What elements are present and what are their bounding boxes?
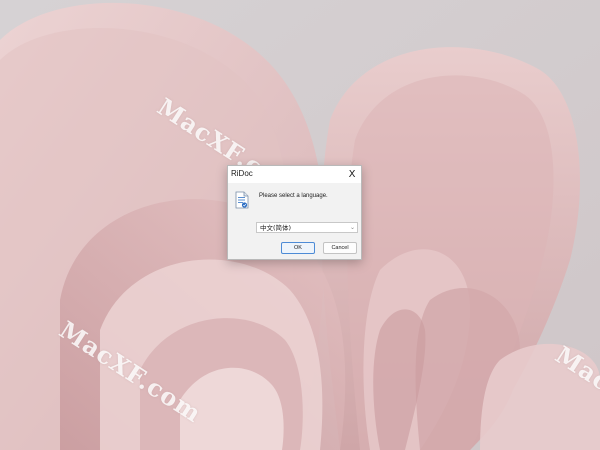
desktop: MacXF.com MacXF.com MacXF.com RiDoc X Pl…: [0, 0, 600, 450]
language-select[interactable]: 中文(简体) ⌄: [256, 222, 358, 233]
language-dialog: RiDoc X Please select a language. 中文(简体)…: [227, 165, 362, 260]
chevron-down-icon: ⌄: [349, 224, 355, 231]
dialog-body: Please select a language. 中文(简体) ⌄ OK Ca…: [228, 183, 361, 259]
close-button[interactable]: X: [343, 166, 361, 183]
language-select-value: 中文(简体): [260, 224, 292, 232]
document-icon: [235, 191, 249, 209]
dialog-title: RiDoc: [231, 169, 253, 178]
cancel-button[interactable]: Cancel: [323, 242, 357, 254]
prompt-label: Please select a language.: [259, 193, 328, 199]
ok-button[interactable]: OK: [281, 242, 315, 254]
dialog-titlebar[interactable]: RiDoc X: [228, 166, 361, 183]
